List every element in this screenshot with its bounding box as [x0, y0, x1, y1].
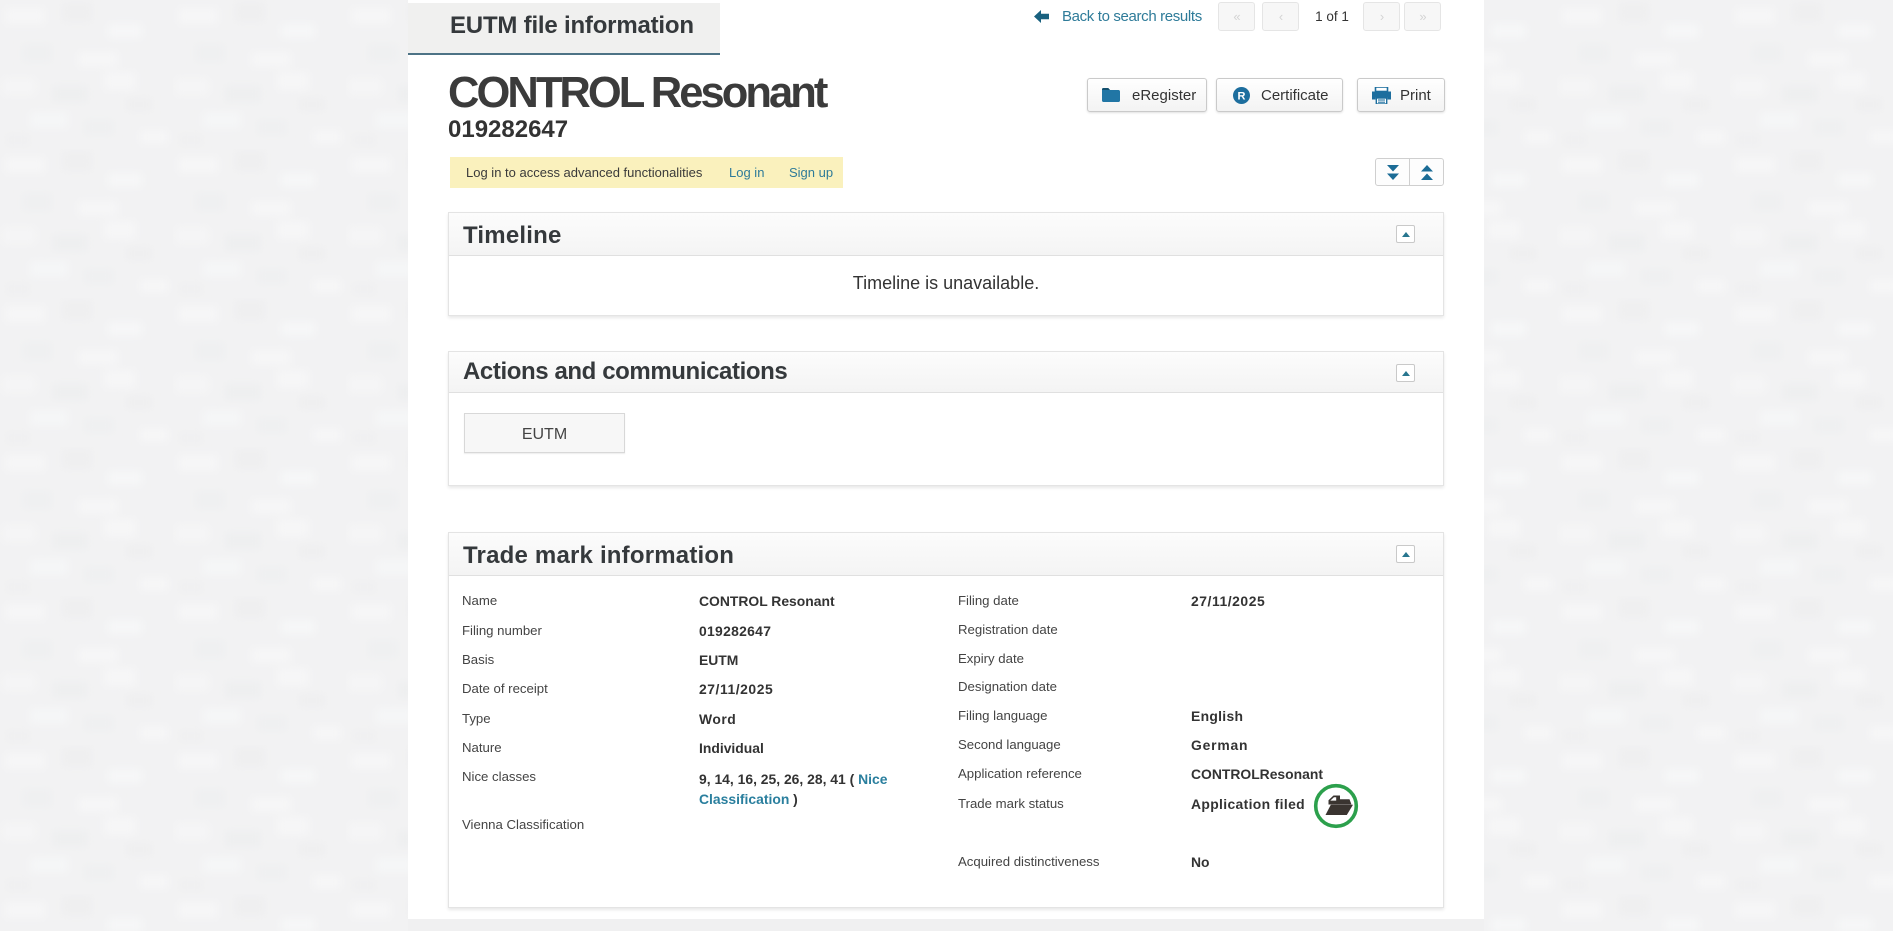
svg-text:R: R — [1238, 90, 1246, 102]
